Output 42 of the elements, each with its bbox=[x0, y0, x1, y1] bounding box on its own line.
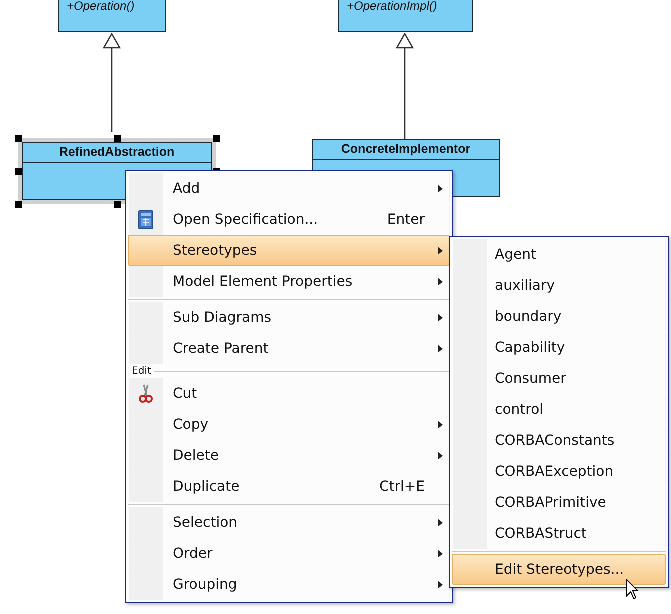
submenu-arrow-icon bbox=[438, 314, 442, 322]
menu-item[interactable]: CORBAConstants bbox=[452, 425, 666, 456]
menu-item[interactable]: Capability bbox=[452, 332, 666, 363]
submenu-arrow-icon bbox=[438, 550, 442, 558]
submenu-arrow-icon bbox=[438, 518, 442, 526]
menu-item[interactable]: Edit Stereotypes... bbox=[452, 554, 666, 585]
document-icon bbox=[137, 210, 155, 230]
resize-handle[interactable] bbox=[213, 135, 220, 142]
shortcut-text: Enter bbox=[387, 212, 425, 228]
submenu-arrow-icon bbox=[438, 278, 442, 286]
class-box[interactable]: +Operation() bbox=[58, 0, 166, 32]
menu-item[interactable]: Open Specification... Enter bbox=[128, 204, 450, 235]
class-name: RefinedAbstraction bbox=[23, 143, 211, 163]
resize-handle[interactable] bbox=[15, 168, 22, 175]
menu-item[interactable]: Agent bbox=[452, 239, 666, 270]
operation-text: +OperationImpl() bbox=[347, 0, 438, 13]
resize-handle[interactable] bbox=[15, 201, 22, 208]
submenu-arrow-icon bbox=[438, 246, 442, 254]
shortcut-text: Ctrl+E bbox=[380, 478, 425, 494]
submenu-arrow-icon bbox=[438, 580, 442, 588]
menu-item[interactable]: boundary bbox=[452, 301, 666, 332]
submenu-arrow-icon bbox=[438, 184, 442, 192]
menu-item[interactable]: CORBAException bbox=[452, 456, 666, 487]
class-name: ConcreteImplementor bbox=[313, 140, 499, 160]
group-label: Edit bbox=[132, 366, 152, 376]
resize-handle[interactable] bbox=[114, 201, 121, 208]
menu-item[interactable]: Consumer bbox=[452, 363, 666, 394]
menu-item[interactable]: auxiliary bbox=[452, 270, 666, 301]
scissors-icon bbox=[137, 384, 155, 404]
menu-item[interactable]: CORBAStruct bbox=[452, 518, 666, 549]
submenu-arrow-icon bbox=[438, 452, 442, 460]
menu-item[interactable]: Stereotypes bbox=[128, 235, 450, 266]
submenu-arrow-icon bbox=[438, 420, 442, 428]
resize-handle[interactable] bbox=[15, 135, 22, 142]
class-box[interactable]: +OperationImpl() bbox=[338, 0, 473, 32]
menu-item[interactable]: Grouping bbox=[128, 569, 450, 600]
menu-item[interactable]: control bbox=[452, 394, 666, 425]
menu-item[interactable]: CORBAPrimitive bbox=[452, 487, 666, 518]
menu-item[interactable]: Add bbox=[128, 173, 450, 204]
resize-handle[interactable] bbox=[114, 135, 121, 142]
submenu-arrow-icon bbox=[438, 344, 442, 352]
operation-text: +Operation() bbox=[67, 0, 136, 13]
